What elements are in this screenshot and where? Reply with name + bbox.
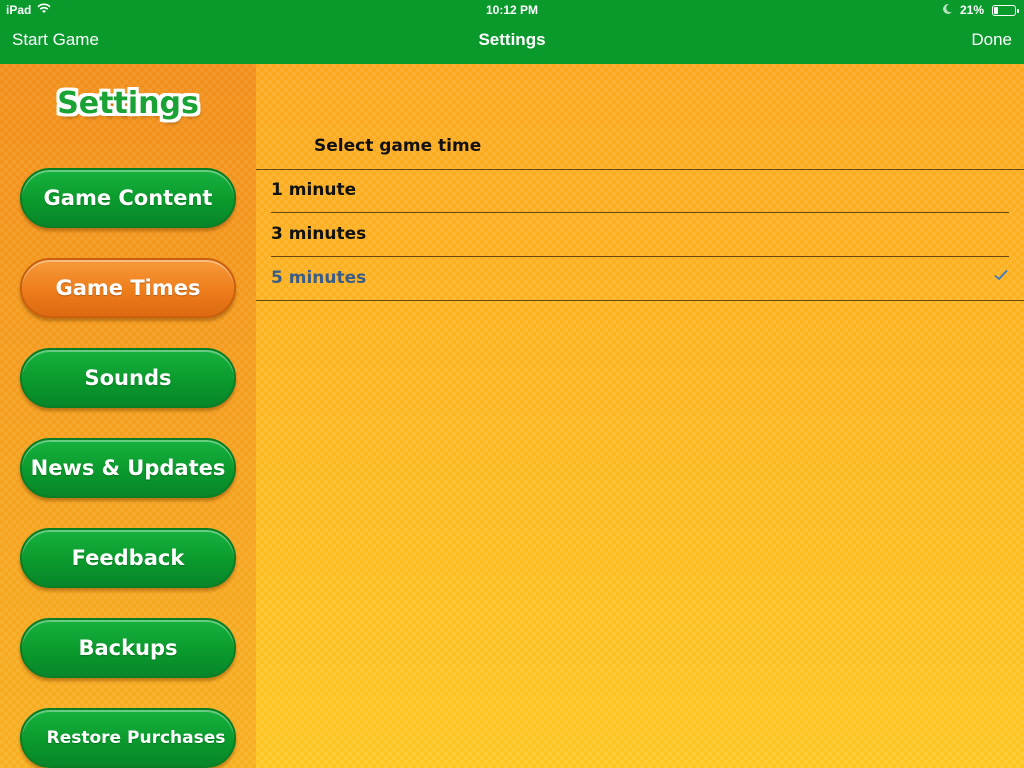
option-label: 5 minutes bbox=[271, 268, 367, 288]
status-right: 21% bbox=[943, 3, 1019, 17]
option-5-minutes[interactable]: 5 minutes bbox=[256, 257, 1024, 301]
option-1-minute[interactable]: 1 minute bbox=[256, 169, 1024, 213]
sidebar-item-restore-purchases[interactable]: Restore Purchases bbox=[20, 708, 236, 768]
option-label: 1 minute bbox=[271, 180, 357, 200]
main-content: Select game time 1 minute 3 minutes 5 mi… bbox=[256, 64, 1024, 768]
sidebar: Settings Game Content Game Times Sounds … bbox=[0, 64, 256, 768]
nav-title: Settings bbox=[478, 30, 546, 49]
game-time-options: 1 minute 3 minutes 5 minutes bbox=[256, 169, 1024, 301]
divider bbox=[256, 300, 1024, 301]
sidebar-item-sounds[interactable]: Sounds bbox=[20, 348, 236, 408]
battery-icon bbox=[992, 4, 1019, 16]
status-time: 10:12 PM bbox=[485, 3, 539, 17]
sidebar-item-game-content[interactable]: Game Content bbox=[20, 168, 236, 228]
sidebar-item-game-times[interactable]: Game Times bbox=[20, 258, 236, 318]
battery-percent: 21% bbox=[959, 3, 984, 17]
done-button[interactable]: Done bbox=[971, 30, 1012, 50]
sidebar-item-feedback[interactable]: Feedback bbox=[20, 528, 236, 588]
start-game-button[interactable]: Start Game bbox=[12, 30, 99, 50]
option-label: 3 minutes bbox=[271, 224, 367, 244]
checkmark-icon bbox=[994, 269, 1008, 283]
battery-fill bbox=[994, 6, 998, 14]
sidebar-item-news-updates[interactable]: News & Updates bbox=[20, 438, 236, 498]
sidebar-item-backups[interactable]: Backups bbox=[20, 618, 236, 678]
section-header: Select game time bbox=[314, 136, 482, 156]
sidebar-title: Settings bbox=[57, 86, 199, 121]
option-3-minutes[interactable]: 3 minutes bbox=[256, 213, 1024, 257]
navigation-bar: Start Game Settings Done bbox=[0, 20, 1024, 64]
moon-icon bbox=[943, 3, 952, 17]
status-bar: iPad 10:12 PM 21% bbox=[0, 0, 1024, 20]
